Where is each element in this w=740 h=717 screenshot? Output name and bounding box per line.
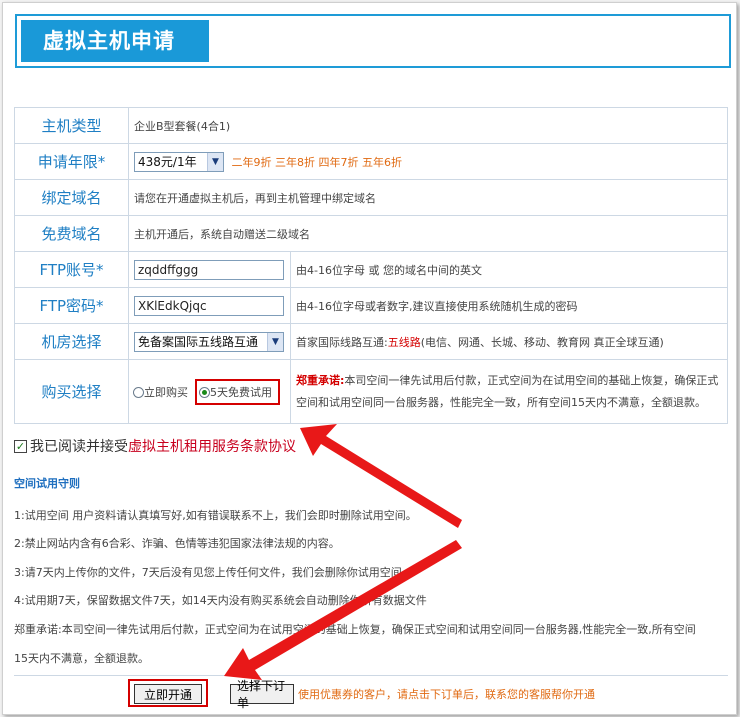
datacenter-label: 机房选择 — [14, 323, 129, 360]
application-form: 主机类型 企业B型套餐(4合1) 申请年限* 438元/1年 ▼ 二年9折 三年… — [14, 107, 728, 424]
action-bar: 立即开通 选择下订单 使用优惠券的客户，请点击下订单后，联系您的客服帮你开通 — [14, 675, 728, 710]
datacenter-hint: 首家国际线路互通:五线路(电信、网通、长城、移动、教育网 真正全球互通) — [290, 323, 728, 360]
rule-item: 4:试用期7天，保留数据文件7天，如14天内没有购买系统会自动删除你所有数据文件 — [14, 594, 427, 607]
rule-item: 1:试用空间 用户资料请认真填写好,如有错误联系不上，我们会即时删除试用空间。 — [14, 509, 417, 522]
ftp-account-input[interactable] — [134, 259, 284, 280]
agreement-checkbox[interactable]: ✓ — [14, 439, 27, 453]
open-now-button[interactable]: 立即开通 — [134, 684, 202, 704]
rule-item: 郑重承诺:本司空间一律先试用后付款，正式空间为在试用空间的基础上恢复，确保正式空… — [14, 623, 696, 636]
buy-now-option[interactable]: 立即购买 — [133, 384, 195, 400]
coupon-note: 使用优惠券的客户，请点击下订单后，联系您的客服帮你开通 — [298, 688, 595, 701]
rules-title: 空间试用守则 — [14, 477, 80, 490]
agreement-link[interactable]: 虚拟主机租用服务条款协议 — [128, 436, 296, 456]
bind-domain-value: 请您在开通虚拟主机后，再到主机管理中绑定域名 — [128, 179, 728, 216]
term-select[interactable]: 438元/1年 ▼ — [134, 151, 224, 172]
agreement-row: ✓ 我已阅读并接受 虚拟主机租用服务条款协议 — [14, 434, 296, 458]
buy-now-radio[interactable] — [133, 386, 144, 398]
trial-option[interactable]: 5天免费试用 — [195, 378, 280, 405]
title-box: 虚拟主机申请 — [15, 14, 731, 68]
free-domain-label: 免费域名 — [14, 215, 129, 252]
datacenter-highlight: 五线路 — [387, 335, 421, 349]
purchase-label: 购买选择 — [14, 359, 129, 424]
free-domain-value: 主机开通后，系统自动赠送二级域名 — [128, 215, 728, 252]
agreement-prefix: 我已阅读并接受 — [30, 439, 128, 455]
host-type-value: 企业B型套餐(4合1) — [128, 107, 728, 144]
ftp-password-input[interactable] — [134, 295, 284, 316]
discount-text: 二年9折 三年8折 四年7折 五年6折 — [231, 156, 402, 169]
rule-item: 15天内不满意，全额退款。 — [14, 652, 149, 665]
rule-item: 3:请7天内上传你的文件，7天后没有见您上传任何文件，我们会删除你试用空间。 — [14, 566, 413, 579]
chevron-down-icon: ▼ — [207, 152, 223, 171]
rule-item: 2:禁止网站内含有6合彩、诈骗、色情等违犯国家法律法规的内容。 — [14, 537, 340, 550]
ftp-password-label: FTP密码* — [14, 287, 129, 324]
promise-text: 郑重承诺:本司空间一律先试用后付款，正式空间为在试用空间的基础上恢复，确保正式空… — [290, 359, 728, 424]
ftp-account-hint: 由4-16位字母 或 您的域名中间的英文 — [290, 251, 728, 288]
choose-order-button[interactable]: 选择下订单 — [230, 679, 294, 710]
datacenter-select[interactable]: 免备案国际五线路互通 ▼ — [134, 331, 284, 352]
ftp-account-label: FTP账号* — [14, 251, 129, 288]
page-title: 虚拟主机申请 — [21, 20, 209, 62]
trial-radio[interactable] — [199, 386, 210, 398]
bind-domain-label: 绑定域名 — [14, 179, 129, 216]
ftp-password-hint: 由4-16位字母或者数字,建议直接使用系统随机生成的密码 — [290, 287, 728, 324]
chevron-down-icon: ▼ — [267, 332, 283, 351]
term-label: 申请年限* — [14, 143, 129, 180]
host-type-label: 主机类型 — [14, 107, 129, 144]
